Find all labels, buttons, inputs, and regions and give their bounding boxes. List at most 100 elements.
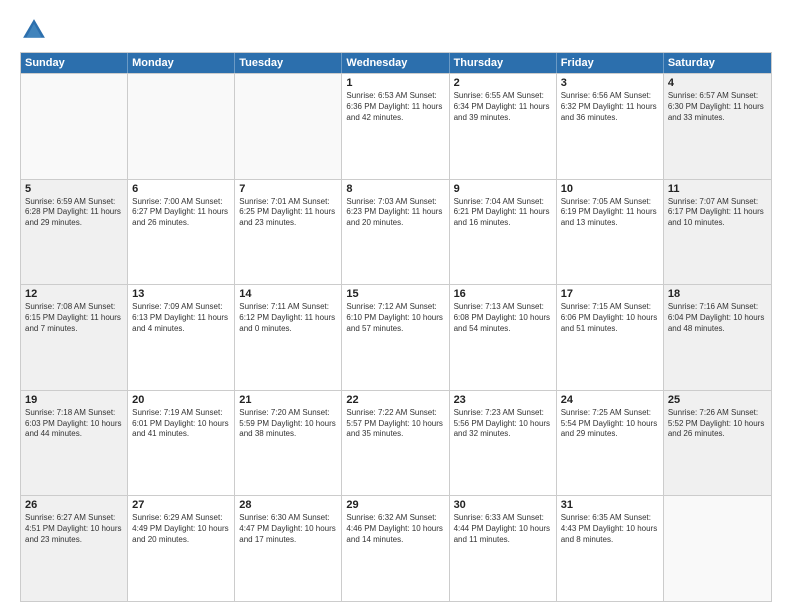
calendar-cell: 26 Sunrise: 6:27 AM Sunset: 4:51 PM Dayli… bbox=[21, 496, 128, 601]
day-info: Sunrise: 7:12 AM Sunset: 6:10 PM Dayligh… bbox=[346, 302, 444, 334]
day-info: Sunrise: 6:35 AM Sunset: 4:43 PM Dayligh… bbox=[561, 513, 659, 545]
day-number: 26 bbox=[25, 499, 123, 511]
logo-icon bbox=[20, 16, 48, 44]
day-number: 14 bbox=[239, 288, 337, 300]
calendar-cell: 24 Sunrise: 7:25 AM Sunset: 5:54 PM Dayli… bbox=[557, 391, 664, 496]
calendar-cell bbox=[664, 496, 771, 601]
calendar: SundayMondayTuesdayWednesdayThursdayFrid… bbox=[20, 52, 772, 602]
day-info: Sunrise: 7:25 AM Sunset: 5:54 PM Dayligh… bbox=[561, 408, 659, 440]
calendar-cell: 12Sunrise: 7:08 AM Sunset: 6:15 PM Dayli… bbox=[21, 285, 128, 390]
day-info: Sunrise: 6:55 AM Sunset: 6:34 PM Dayligh… bbox=[454, 91, 552, 123]
calendar-cell: 7 Sunrise: 7:01 AM Sunset: 6:25 PM Daylig… bbox=[235, 180, 342, 285]
calendar-cell: 2 Sunrise: 6:55 AM Sunset: 6:34 PM Daylig… bbox=[450, 74, 557, 179]
day-number: 15 bbox=[346, 288, 444, 300]
calendar-cell bbox=[128, 74, 235, 179]
day-number: 30 bbox=[454, 499, 552, 511]
day-info: Sunrise: 7:23 AM Sunset: 5:56 PM Dayligh… bbox=[454, 408, 552, 440]
calendar-cell: 9 Sunrise: 7:04 AM Sunset: 6:21 PM Daylig… bbox=[450, 180, 557, 285]
header-day-thursday: Thursday bbox=[450, 53, 557, 73]
calendar-cell: 8 Sunrise: 7:03 AM Sunset: 6:23 PM Daylig… bbox=[342, 180, 449, 285]
day-number: 8 bbox=[346, 183, 444, 195]
day-number: 17 bbox=[561, 288, 659, 300]
calendar-cell: 17 Sunrise: 7:15 AM Sunset: 6:06 PM Dayli… bbox=[557, 285, 664, 390]
calendar-cell: 11 Sunrise: 7:07 AM Sunset: 6:17 PM Dayli… bbox=[664, 180, 771, 285]
day-number: 20 bbox=[132, 394, 230, 406]
calendar-week-3: 12Sunrise: 7:08 AM Sunset: 6:15 PM Dayli… bbox=[21, 284, 771, 390]
calendar-cell: 4Sunrise: 6:57 AM Sunset: 6:30 PM Daylig… bbox=[664, 74, 771, 179]
calendar-cell bbox=[235, 74, 342, 179]
day-info: Sunrise: 7:16 AM Sunset: 6:04 PM Dayligh… bbox=[668, 302, 767, 334]
calendar-cell: 19 Sunrise: 7:18 AM Sunset: 6:03 PM Dayli… bbox=[21, 391, 128, 496]
header-day-sunday: Sunday bbox=[21, 53, 128, 73]
calendar-cell: 6 Sunrise: 7:00 AM Sunset: 6:27 PM Daylig… bbox=[128, 180, 235, 285]
day-number: 29 bbox=[346, 499, 444, 511]
calendar-cell: 31 Sunrise: 6:35 AM Sunset: 4:43 PM Dayli… bbox=[557, 496, 664, 601]
header-day-wednesday: Wednesday bbox=[342, 53, 449, 73]
day-info: Sunrise: 7:00 AM Sunset: 6:27 PM Dayligh… bbox=[132, 197, 230, 229]
calendar-cell: 28Sunrise: 6:30 AM Sunset: 4:47 PM Dayli… bbox=[235, 496, 342, 601]
calendar-cell: 30Sunrise: 6:33 AM Sunset: 4:44 PM Dayli… bbox=[450, 496, 557, 601]
day-info: Sunrise: 6:29 AM Sunset: 4:49 PM Dayligh… bbox=[132, 513, 230, 545]
calendar-cell: 20 Sunrise: 7:19 AM Sunset: 6:01 PM Dayli… bbox=[128, 391, 235, 496]
calendar-cell: 14Sunrise: 7:11 AM Sunset: 6:12 PM Dayli… bbox=[235, 285, 342, 390]
day-info: Sunrise: 7:22 AM Sunset: 5:57 PM Dayligh… bbox=[346, 408, 444, 440]
day-number: 10 bbox=[561, 183, 659, 195]
day-info: Sunrise: 7:19 AM Sunset: 6:01 PM Dayligh… bbox=[132, 408, 230, 440]
day-number: 18 bbox=[668, 288, 767, 300]
day-number: 31 bbox=[561, 499, 659, 511]
calendar-header: SundayMondayTuesdayWednesdayThursdayFrid… bbox=[21, 53, 771, 73]
day-number: 25 bbox=[668, 394, 767, 406]
calendar-cell bbox=[21, 74, 128, 179]
day-number: 24 bbox=[561, 394, 659, 406]
day-number: 5 bbox=[25, 183, 123, 195]
day-number: 19 bbox=[25, 394, 123, 406]
day-number: 2 bbox=[454, 77, 552, 89]
header-day-tuesday: Tuesday bbox=[235, 53, 342, 73]
page: SundayMondayTuesdayWednesdayThursdayFrid… bbox=[0, 0, 792, 612]
day-number: 27 bbox=[132, 499, 230, 511]
day-info: Sunrise: 6:27 AM Sunset: 4:51 PM Dayligh… bbox=[25, 513, 123, 545]
day-number: 7 bbox=[239, 183, 337, 195]
day-info: Sunrise: 6:53 AM Sunset: 6:36 PM Dayligh… bbox=[346, 91, 444, 123]
day-info: Sunrise: 7:26 AM Sunset: 5:52 PM Dayligh… bbox=[668, 408, 767, 440]
day-number: 11 bbox=[668, 183, 767, 195]
day-info: Sunrise: 7:01 AM Sunset: 6:25 PM Dayligh… bbox=[239, 197, 337, 229]
day-info: Sunrise: 6:59 AM Sunset: 6:28 PM Dayligh… bbox=[25, 197, 123, 229]
day-number: 1 bbox=[346, 77, 444, 89]
day-info: Sunrise: 7:07 AM Sunset: 6:17 PM Dayligh… bbox=[668, 197, 767, 229]
day-info: Sunrise: 7:08 AM Sunset: 6:15 PM Dayligh… bbox=[25, 302, 123, 334]
calendar-cell: 15 Sunrise: 7:12 AM Sunset: 6:10 PM Dayli… bbox=[342, 285, 449, 390]
day-number: 23 bbox=[454, 394, 552, 406]
day-info: Sunrise: 7:05 AM Sunset: 6:19 PM Dayligh… bbox=[561, 197, 659, 229]
calendar-cell: 27 Sunrise: 6:29 AM Sunset: 4:49 PM Dayli… bbox=[128, 496, 235, 601]
day-number: 4 bbox=[668, 77, 767, 89]
calendar-cell: 23 Sunrise: 7:23 AM Sunset: 5:56 PM Dayli… bbox=[450, 391, 557, 496]
calendar-cell: 16 Sunrise: 7:13 AM Sunset: 6:08 PM Dayli… bbox=[450, 285, 557, 390]
day-info: Sunrise: 7:03 AM Sunset: 6:23 PM Dayligh… bbox=[346, 197, 444, 229]
day-info: Sunrise: 7:13 AM Sunset: 6:08 PM Dayligh… bbox=[454, 302, 552, 334]
header-day-saturday: Saturday bbox=[664, 53, 771, 73]
calendar-cell: 25 Sunrise: 7:26 AM Sunset: 5:52 PM Dayli… bbox=[664, 391, 771, 496]
calendar-week-4: 19 Sunrise: 7:18 AM Sunset: 6:03 PM Dayli… bbox=[21, 390, 771, 496]
calendar-cell: 3Sunrise: 6:56 AM Sunset: 6:32 PM Daylig… bbox=[557, 74, 664, 179]
day-number: 16 bbox=[454, 288, 552, 300]
calendar-week-2: 5 Sunrise: 6:59 AM Sunset: 6:28 PM Daylig… bbox=[21, 179, 771, 285]
day-number: 9 bbox=[454, 183, 552, 195]
day-number: 13 bbox=[132, 288, 230, 300]
day-info: Sunrise: 7:18 AM Sunset: 6:03 PM Dayligh… bbox=[25, 408, 123, 440]
day-info: Sunrise: 6:56 AM Sunset: 6:32 PM Dayligh… bbox=[561, 91, 659, 123]
calendar-cell: 1 Sunrise: 6:53 AM Sunset: 6:36 PM Daylig… bbox=[342, 74, 449, 179]
calendar-cell: 5 Sunrise: 6:59 AM Sunset: 6:28 PM Daylig… bbox=[21, 180, 128, 285]
day-info: Sunrise: 7:04 AM Sunset: 6:21 PM Dayligh… bbox=[454, 197, 552, 229]
day-number: 21 bbox=[239, 394, 337, 406]
calendar-week-5: 26 Sunrise: 6:27 AM Sunset: 4:51 PM Dayli… bbox=[21, 495, 771, 601]
day-info: Sunrise: 6:32 AM Sunset: 4:46 PM Dayligh… bbox=[346, 513, 444, 545]
header-day-friday: Friday bbox=[557, 53, 664, 73]
calendar-cell: 29 Sunrise: 6:32 AM Sunset: 4:46 PM Dayli… bbox=[342, 496, 449, 601]
day-info: Sunrise: 7:15 AM Sunset: 6:06 PM Dayligh… bbox=[561, 302, 659, 334]
day-number: 6 bbox=[132, 183, 230, 195]
calendar-cell: 22Sunrise: 7:22 AM Sunset: 5:57 PM Dayli… bbox=[342, 391, 449, 496]
logo bbox=[20, 16, 52, 44]
calendar-cell: 10 Sunrise: 7:05 AM Sunset: 6:19 PM Dayli… bbox=[557, 180, 664, 285]
calendar-week-1: 1 Sunrise: 6:53 AM Sunset: 6:36 PM Daylig… bbox=[21, 73, 771, 179]
